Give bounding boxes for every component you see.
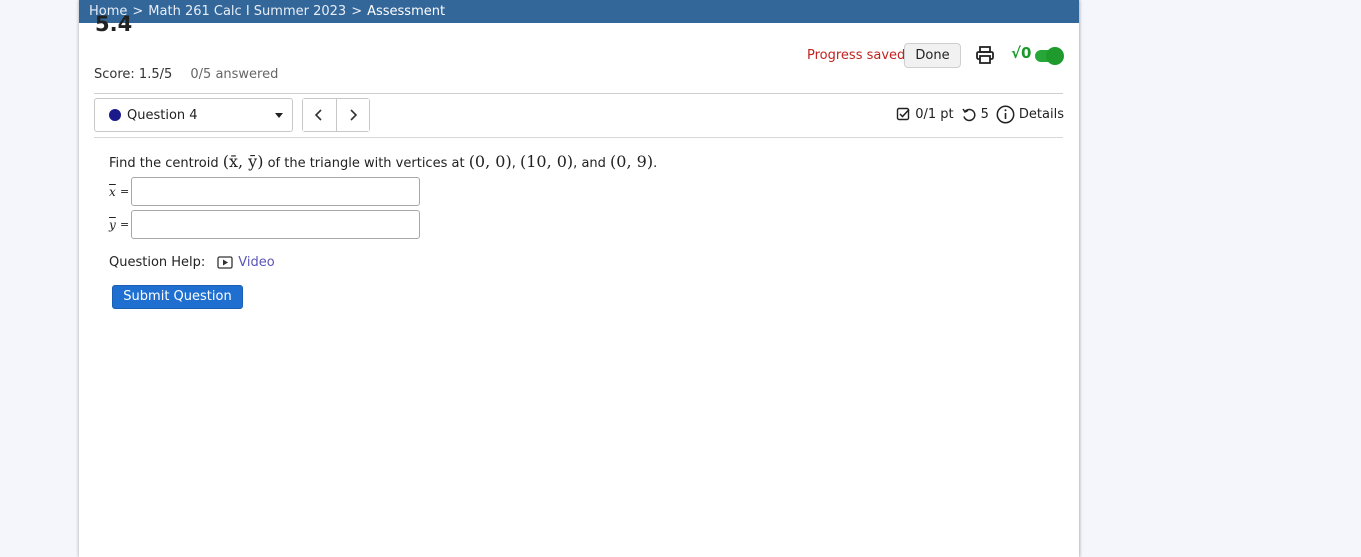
attempts-indicator: 5 bbox=[961, 107, 989, 123]
vertex-3: (0, 9) bbox=[610, 152, 654, 171]
equals-sign: = bbox=[120, 185, 130, 198]
score-summary: Score: 1.5/5 0/5 answered bbox=[94, 67, 278, 82]
breadcrumb-course[interactable]: Math 261 Calc I Summer 2023 bbox=[148, 4, 346, 19]
breadcrumb-current: Assessment bbox=[367, 4, 446, 19]
points-indicator: 0/1 pt bbox=[896, 107, 954, 122]
y-bar-answer-row: y = bbox=[109, 208, 657, 241]
divider bbox=[94, 93, 1063, 94]
question-text: Find the centroid (x̄, ȳ) of the triangl… bbox=[109, 152, 658, 171]
question-meta: 0/1 pt 5 Details bbox=[889, 105, 1064, 124]
chevron-right-icon bbox=[350, 109, 357, 121]
vertex-1: (0, 0) bbox=[468, 152, 512, 171]
attempts-value: 5 bbox=[980, 107, 989, 122]
math-entry-toggle[interactable] bbox=[1035, 47, 1064, 65]
assessment-page: Home > Math 261 Calc I Summer 2023 > Ass… bbox=[79, 0, 1079, 557]
question-help-label: Question Help: bbox=[109, 255, 206, 270]
breadcrumb-separator: > bbox=[132, 4, 144, 19]
question-help: Question Help: Video bbox=[109, 255, 657, 270]
progress-saved-status: Progress saved bbox=[807, 48, 906, 63]
next-question-button[interactable] bbox=[336, 99, 369, 131]
y-bar-input[interactable] bbox=[131, 210, 420, 239]
divider bbox=[94, 137, 1063, 138]
video-icon bbox=[217, 256, 233, 269]
page-title: 5.4 bbox=[95, 12, 133, 36]
details-label: Details bbox=[1018, 107, 1064, 122]
chevron-down-icon bbox=[275, 113, 283, 118]
info-icon bbox=[996, 105, 1015, 124]
video-link-label: Video bbox=[238, 255, 275, 270]
question-nav-group bbox=[302, 98, 370, 132]
breadcrumb: Home > Math 261 Calc I Summer 2023 > Ass… bbox=[79, 0, 1079, 23]
question-text-part: of the triangle with vertices at bbox=[263, 156, 469, 171]
equals-sign: = bbox=[120, 218, 130, 231]
chevron-left-icon bbox=[315, 109, 322, 121]
question-selector[interactable]: Question 4 bbox=[94, 98, 293, 132]
retry-icon bbox=[962, 108, 976, 121]
x-bar-answer-row: x = bbox=[109, 175, 657, 208]
answered-count: 0/5 answered bbox=[190, 67, 279, 82]
breadcrumb-separator: > bbox=[351, 4, 363, 19]
score-label: Score: 1.5/5 bbox=[94, 67, 173, 82]
previous-question-button[interactable] bbox=[303, 99, 337, 131]
toggle-knob bbox=[1046, 47, 1064, 65]
done-button[interactable]: Done bbox=[904, 43, 961, 68]
checkbox-icon bbox=[897, 107, 910, 121]
centroid-expression: (x̄, ȳ) bbox=[222, 152, 264, 171]
print-icon[interactable] bbox=[975, 45, 995, 65]
video-help-link[interactable]: Video bbox=[217, 255, 275, 270]
question-selector-label: Question 4 bbox=[127, 107, 198, 123]
vertex-2: (10, 0) bbox=[519, 152, 574, 171]
points-value: 0/1 pt bbox=[915, 107, 954, 122]
question-status-dot-icon bbox=[109, 109, 121, 121]
question-text-part: Find the centroid bbox=[109, 156, 223, 171]
math-entry-toggle-label: √0 bbox=[1011, 44, 1032, 62]
question-body: Find the centroid (x̄, ȳ) of the triangl… bbox=[109, 150, 657, 309]
submit-question-button[interactable]: Submit Question bbox=[112, 285, 243, 309]
details-button[interactable]: Details bbox=[996, 105, 1064, 124]
question-text-and: and bbox=[581, 156, 606, 171]
x-bar-input[interactable] bbox=[131, 177, 420, 206]
